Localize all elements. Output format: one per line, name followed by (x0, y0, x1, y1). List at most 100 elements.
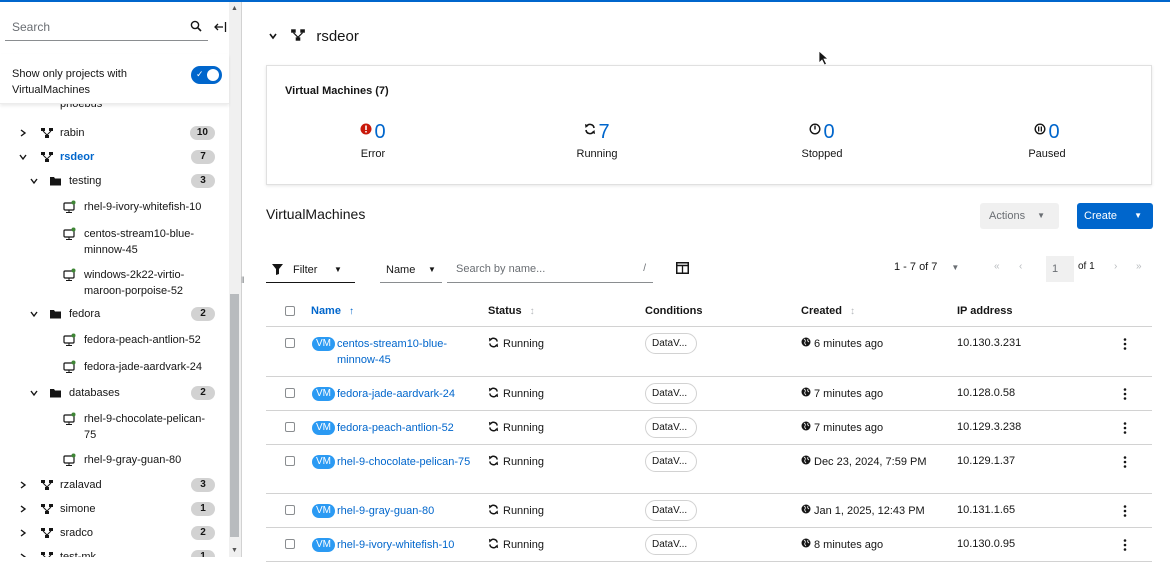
table-row[interactable]: VM fedora-jade-aardvark-24 Running DataV...… (266, 377, 1152, 411)
chevron-right-icon[interactable] (18, 480, 28, 490)
chevron-right-icon[interactable] (18, 504, 28, 514)
condition-label[interactable]: DataV... (645, 333, 697, 354)
row-checkbox[interactable] (285, 456, 295, 466)
create-button[interactable]: Create ▼ (1077, 203, 1153, 229)
kebab-menu-icon[interactable] (1122, 422, 1128, 434)
tree-item-test-mk[interactable]: test-mk 1 (0, 547, 229, 557)
filter-dropdown[interactable]: Filter ▼ (266, 257, 355, 283)
toggle-label: Show only projects with VirtualMachines (12, 68, 127, 96)
caret-down-icon: ▼ (334, 265, 342, 274)
show-only-vm-projects-toggle[interactable]: ✓ (191, 66, 222, 84)
tree-item-simone[interactable]: simone 1 (0, 499, 229, 521)
tree-item-label: sradco (60, 527, 94, 539)
chevron-right-icon[interactable] (18, 128, 28, 138)
tree-vm-label: rhel-9-gray-guan-80 (84, 454, 182, 466)
tree-item-rzalavad[interactable]: rzalavad 3 (0, 475, 229, 497)
column-header-created[interactable]: Created ↕ (801, 305, 855, 317)
sync-icon (488, 337, 499, 348)
resize-handle[interactable]: ‖ (241, 275, 247, 287)
stat-running[interactable]: 7 Running (537, 120, 657, 160)
vm-ip-address: 10.129.3.238 (957, 421, 1022, 433)
stat-error[interactable]: 0 Error (313, 120, 433, 160)
tree-vm-label: fedora-jade-aardvark-24 (84, 361, 203, 373)
kebab-menu-icon[interactable] (1122, 388, 1128, 400)
tree-item-label: fedora (69, 308, 101, 320)
status-text: Running (503, 456, 544, 468)
table-row[interactable]: VM centos-stream10-blue-minnow-45 Running D… (266, 327, 1152, 377)
chevron-down-icon[interactable] (18, 152, 28, 162)
vm-name-link[interactable]: rhel-9-chocolate-pelican-75 (337, 454, 477, 470)
kebab-menu-icon[interactable] (1122, 505, 1128, 517)
row-checkbox[interactable] (285, 505, 295, 515)
last-page-icon[interactable]: » (1136, 261, 1142, 272)
vm-type-badge: VM (312, 337, 335, 351)
collapse-sidebar-icon[interactable] (213, 20, 227, 34)
row-checkbox[interactable] (285, 539, 295, 549)
vm-name-link[interactable]: fedora-jade-aardvark-24 (337, 386, 477, 402)
folder-open-icon (50, 177, 61, 186)
stat-stopped[interactable]: 0 Stopped (762, 120, 882, 160)
name-search-input[interactable] (447, 257, 627, 281)
search-icon[interactable] (190, 20, 202, 32)
first-page-icon[interactable]: « (994, 261, 1000, 272)
scroll-down-icon[interactable]: ▼ (231, 547, 238, 554)
condition-label[interactable]: DataV... (645, 451, 697, 472)
manage-columns-icon[interactable] (676, 262, 689, 274)
stat-paused[interactable]: 0 Paused (987, 120, 1107, 160)
tree-search-input[interactable] (5, 15, 180, 39)
column-header-name[interactable]: Name ↑ (311, 305, 354, 317)
select-all-checkbox[interactable] (285, 306, 295, 316)
sync-icon (488, 538, 499, 549)
stat-value[interactable]: 7 (598, 121, 609, 143)
chevron-down-icon[interactable] (268, 31, 278, 41)
row-checkbox[interactable] (285, 388, 295, 398)
vm-icon (63, 200, 76, 213)
table-row[interactable]: VM rhel-9-gray-guan-80 Running DataV... Jan … (266, 494, 1152, 528)
condition-label[interactable]: DataV... (645, 383, 697, 404)
next-page-icon[interactable]: › (1114, 261, 1117, 272)
tree-folder-fedora[interactable]: fedora 2 (0, 304, 229, 326)
column-header-status[interactable]: Status ↕ (488, 305, 535, 317)
actions-dropdown[interactable]: Actions ▼ (980, 203, 1059, 229)
kebab-menu-icon[interactable] (1122, 338, 1128, 350)
project-icon (41, 528, 53, 538)
vm-status: Running (488, 455, 544, 468)
stat-value[interactable]: 0 (823, 121, 834, 143)
row-checkbox[interactable] (285, 338, 295, 348)
chevron-down-icon[interactable] (29, 176, 39, 186)
vm-status: Running (488, 421, 544, 434)
vm-name-link[interactable]: rhel-9-ivory-whitefish-10 (337, 537, 477, 553)
sync-icon (488, 387, 499, 398)
chevron-right-icon[interactable] (18, 528, 28, 538)
pagination-range[interactable]: 1 - 7 of 7 ▼ (894, 261, 959, 273)
table-row[interactable]: VM fedora-peach-antlion-52 Running DataV...… (266, 411, 1152, 445)
sort-icon: ↕ (849, 306, 855, 317)
stat-value[interactable]: 0 (1048, 121, 1059, 143)
keyboard-shortcut-hint: / (643, 263, 646, 274)
tree-folder-databases[interactable]: databases 2 (0, 383, 229, 405)
sidebar-scrollbar-thumb[interactable] (230, 294, 239, 537)
page-number-input[interactable]: 1 (1046, 256, 1074, 282)
tree-item-sradco[interactable]: sradco 2 (0, 523, 229, 545)
vm-name-link[interactable]: rhel-9-gray-guan-80 (337, 503, 477, 519)
sort-icon: ↕ (529, 306, 535, 317)
stat-value[interactable]: 0 (374, 121, 385, 143)
chevron-down-icon[interactable] (29, 309, 39, 319)
condition-label[interactable]: DataV... (645, 534, 697, 555)
scroll-up-icon[interactable]: ▲ (231, 5, 238, 12)
vm-name-link[interactable]: fedora-peach-antlion-52 (337, 420, 477, 436)
condition-label[interactable]: DataV... (645, 500, 697, 521)
chevron-right-icon[interactable] (18, 552, 28, 557)
tree-item-rsdeor[interactable]: rsdeor 7 (0, 147, 229, 169)
table-row[interactable]: VM rhel-9-chocolate-pelican-75 Running Data… (266, 445, 1152, 494)
kebab-menu-icon[interactable] (1122, 539, 1128, 551)
chevron-down-icon[interactable] (29, 388, 39, 398)
filter-attribute-select[interactable]: Name ▼ (380, 257, 442, 283)
vm-name-link[interactable]: centos-stream10-blue-minnow-45 (337, 336, 477, 368)
condition-label[interactable]: DataV... (645, 417, 697, 438)
prev-page-icon[interactable]: ‹ (1019, 261, 1022, 272)
row-checkbox[interactable] (285, 422, 295, 432)
kebab-menu-icon[interactable] (1122, 456, 1128, 468)
tree-item-rabin[interactable]: rabin 10 (0, 123, 229, 145)
tree-folder-testing[interactable]: testing 3 (0, 171, 229, 193)
